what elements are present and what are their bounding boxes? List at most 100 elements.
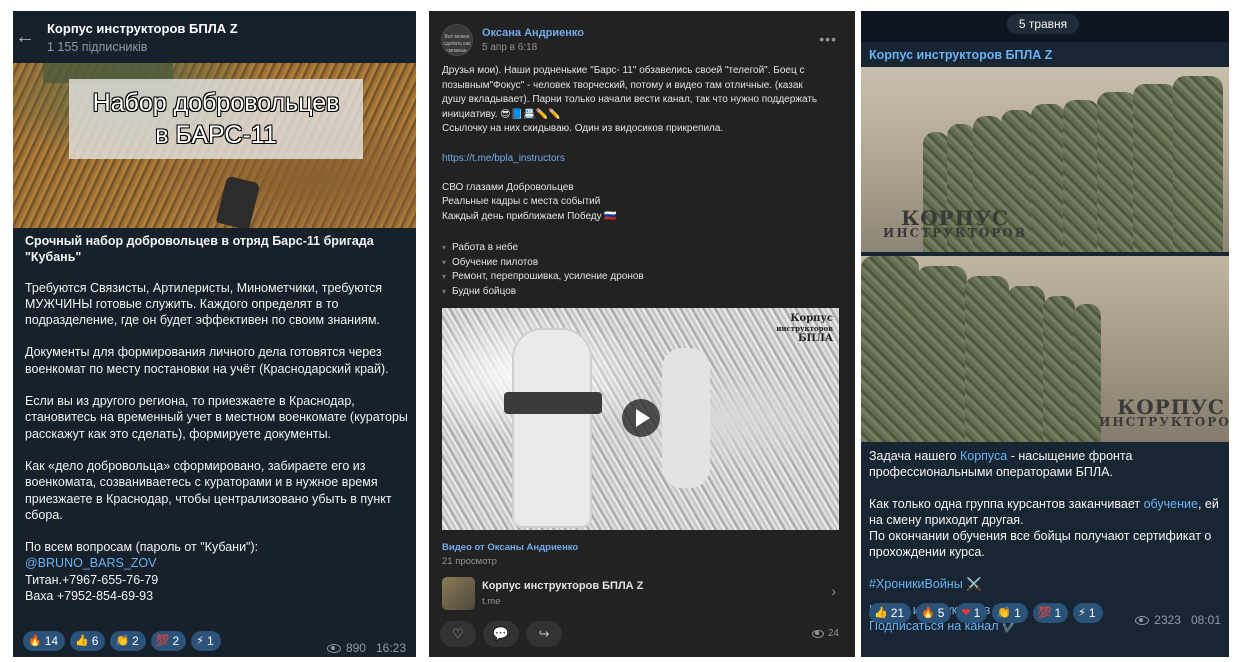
watermark-text: КОРПУС [1117,395,1225,419]
text-line: Ссылочку на них скидываю. Один из видоси… [442,123,724,135]
reaction-clap[interactable]: 👏 2 [110,631,146,651]
reaction-count: 1 [1054,606,1062,620]
thumbs-up-icon: 👍 [874,607,888,619]
post-paragraph: Требуются Связисты, Артилеристы, Миномет… [25,280,383,328]
photo-figure [1063,100,1099,252]
text-run: Как только одна группа курсантов заканчи… [869,497,1144,511]
photo-watermark: КОРПУС ИНСТРУКТОРОВ [1099,395,1229,430]
reaction-clap[interactable]: 👏 1 [992,603,1028,623]
watermark-line: Корпус [790,313,833,324]
link-title: Корпус инструкторов БПЛА Z [482,580,644,592]
photo-soldiers-lineup[interactable]: КОРПУС ИНСТРУКТОРОВ [861,67,1229,252]
reaction-count: 2 [172,634,180,648]
fire-icon: 🔥 [28,635,42,647]
link-domain: t.me [482,596,501,607]
list-item: Обучение пилотов [442,256,644,271]
comment-icon: 💬 [492,626,510,641]
reactions-bar: 🔥 14 👍 6 👏 2 💯 2 ⚡ 1 [23,631,221,651]
channel-name[interactable]: Корпус инструкторов БПЛА Z [869,48,1052,62]
telegram-post-training: 5 травня Корпус инструкторов БПЛА Z КОРП… [861,11,1229,657]
list-item: Будни бойцов [442,285,644,300]
text-run: Задача нашего [869,449,960,463]
banner-line-2: в БАРС-11 [155,121,277,149]
training-link[interactable]: обучение [1144,497,1198,511]
hundred-icon: 💯 [1037,607,1052,619]
post-meta: 2323 08:01 [1135,613,1221,627]
watermark-text: ИНСТРУКТОРОВ [1099,415,1229,429]
clap-icon: 👏 [997,607,1012,619]
back-arrow-icon[interactable]: ← [15,27,35,47]
channel-link[interactable]: https://t.me/bpla_instructors [442,152,842,167]
hundred-icon: 💯 [155,635,170,647]
photo-figure [917,266,967,442]
post-text: Друзья мои). Наши родненькие "Барс- 11" … [442,64,842,225]
post-paragraph: Если вы из другого региона, то приезжает… [25,394,408,441]
banner-caption-box: Набор добровольцев в БАРС-11 [69,79,363,159]
post-heading: Срочный набор добровольцев в отряд Барс-… [25,234,374,265]
banner-boot [215,175,261,228]
banner-image[interactable]: Набор добровольцев в БАРС-11 [13,63,416,228]
post-time: 16:23 [375,641,406,655]
link-preview-card[interactable]: Корпус инструкторов БПЛА Z t.me › [442,577,842,613]
share-button[interactable]: ↪ [526,621,562,647]
post-views: 24 [811,628,839,639]
reaction-count: 5 [937,606,945,620]
lightning-icon: ⚡ [1078,607,1086,619]
reaction-fire[interactable]: 🔥 14 [23,631,66,651]
reaction-count: 14 [44,634,59,648]
video-caption[interactable]: Видео от Оксаны Андриенко [442,542,578,553]
reaction-hundred[interactable]: 💯 1 [1032,603,1069,623]
photo-figure [1133,84,1177,252]
post-paragraph: Документы для формирования личного дела … [25,345,389,376]
video-view-count: 21 просмотр [442,556,497,567]
post-time: 08:01 [1190,613,1221,627]
text-line: душу вкладывает). Парни только начали ве… [442,94,818,106]
photo-soldiers-papers[interactable]: КОРПУС ИНСТРУКТОРОВ [861,256,1229,442]
reaction-hundred[interactable]: 💯 2 [150,631,187,651]
video-watermark: Корпус инструкторов БПЛА [776,314,833,344]
author-name[interactable]: Оксана Андриенко [482,27,584,39]
video-figure [512,328,592,528]
reaction-lightning[interactable]: ⚡ 1 [191,631,221,651]
like-button[interactable]: ♡ [440,621,476,647]
video-player[interactable]: Корпус инструкторов БПЛА [442,308,839,530]
korpus-link[interactable]: Корпуса [960,449,1007,463]
reaction-fire[interactable]: 🔥 5 [916,603,952,623]
more-options-icon[interactable]: ••• [819,31,837,47]
photo-figure [965,276,1009,442]
post-date[interactable]: 5 апр в 6:18 [482,42,537,53]
text-line: Каждый день приближаем Победу 🇷🇺 [442,210,617,222]
photo-watermark: КОРПУС ИНСТРУКТОРОВ [883,208,1027,241]
post-meta: 890 16:23 [326,641,406,655]
text-line: позывным"Фокус" - человек творческий, по… [442,79,803,91]
eye-icon [326,643,341,653]
photo-figure [861,256,919,442]
photo-figure [1031,104,1065,252]
text-line: инициативу. 😎📘📇✏️✏️ [442,108,561,120]
contact-phone-1: Титан.+7967-655-76-79 [25,572,159,587]
author-avatar[interactable]: Всё можно сделать как сможешь [441,24,473,56]
post-body: Срочный набор добровольцев в отряд Барс-… [25,233,409,604]
view-count: 24 [827,628,839,639]
watermark-text: ИНСТРУКТОРОВ [883,226,1027,240]
video-figure [662,348,710,488]
play-icon[interactable] [622,399,660,437]
reaction-count: 6 [91,634,99,648]
reaction-lightning[interactable]: ⚡ 1 [1073,603,1103,623]
subscriber-count: 1 155 підписників [47,40,148,54]
date-separator: 5 травня [1006,14,1080,34]
contact-handle-link[interactable]: @BRUNO_BARS_ZOV [25,555,409,571]
channel-title[interactable]: Корпус инструкторов БПЛА Z [47,21,238,36]
photo-figure [1007,286,1045,442]
hashtag-link[interactable]: #ХроникиВойны [869,577,963,591]
reaction-thumbs-up[interactable]: 👍 6 [70,631,106,651]
heart-icon: ❤ [961,607,971,619]
hashtag-line: #ХроникиВойны ⚔️ [869,576,1219,592]
comment-button[interactable]: 💬 [483,621,519,647]
reactions-bar: 👍 21 🔥 5 ❤ 1 👏 1 💯 1 ⚡ 1 [869,603,1103,623]
reaction-thumbs-up[interactable]: 👍 21 [869,603,912,623]
channel-header: ← Корпус инструкторов БПЛА Z 1 155 підпи… [13,11,416,63]
text-line: Друзья мои). Наши родненькие "Барс- 11" … [442,65,805,76]
reaction-heart[interactable]: ❤ 1 [956,603,988,623]
photo-figure [1173,76,1223,252]
